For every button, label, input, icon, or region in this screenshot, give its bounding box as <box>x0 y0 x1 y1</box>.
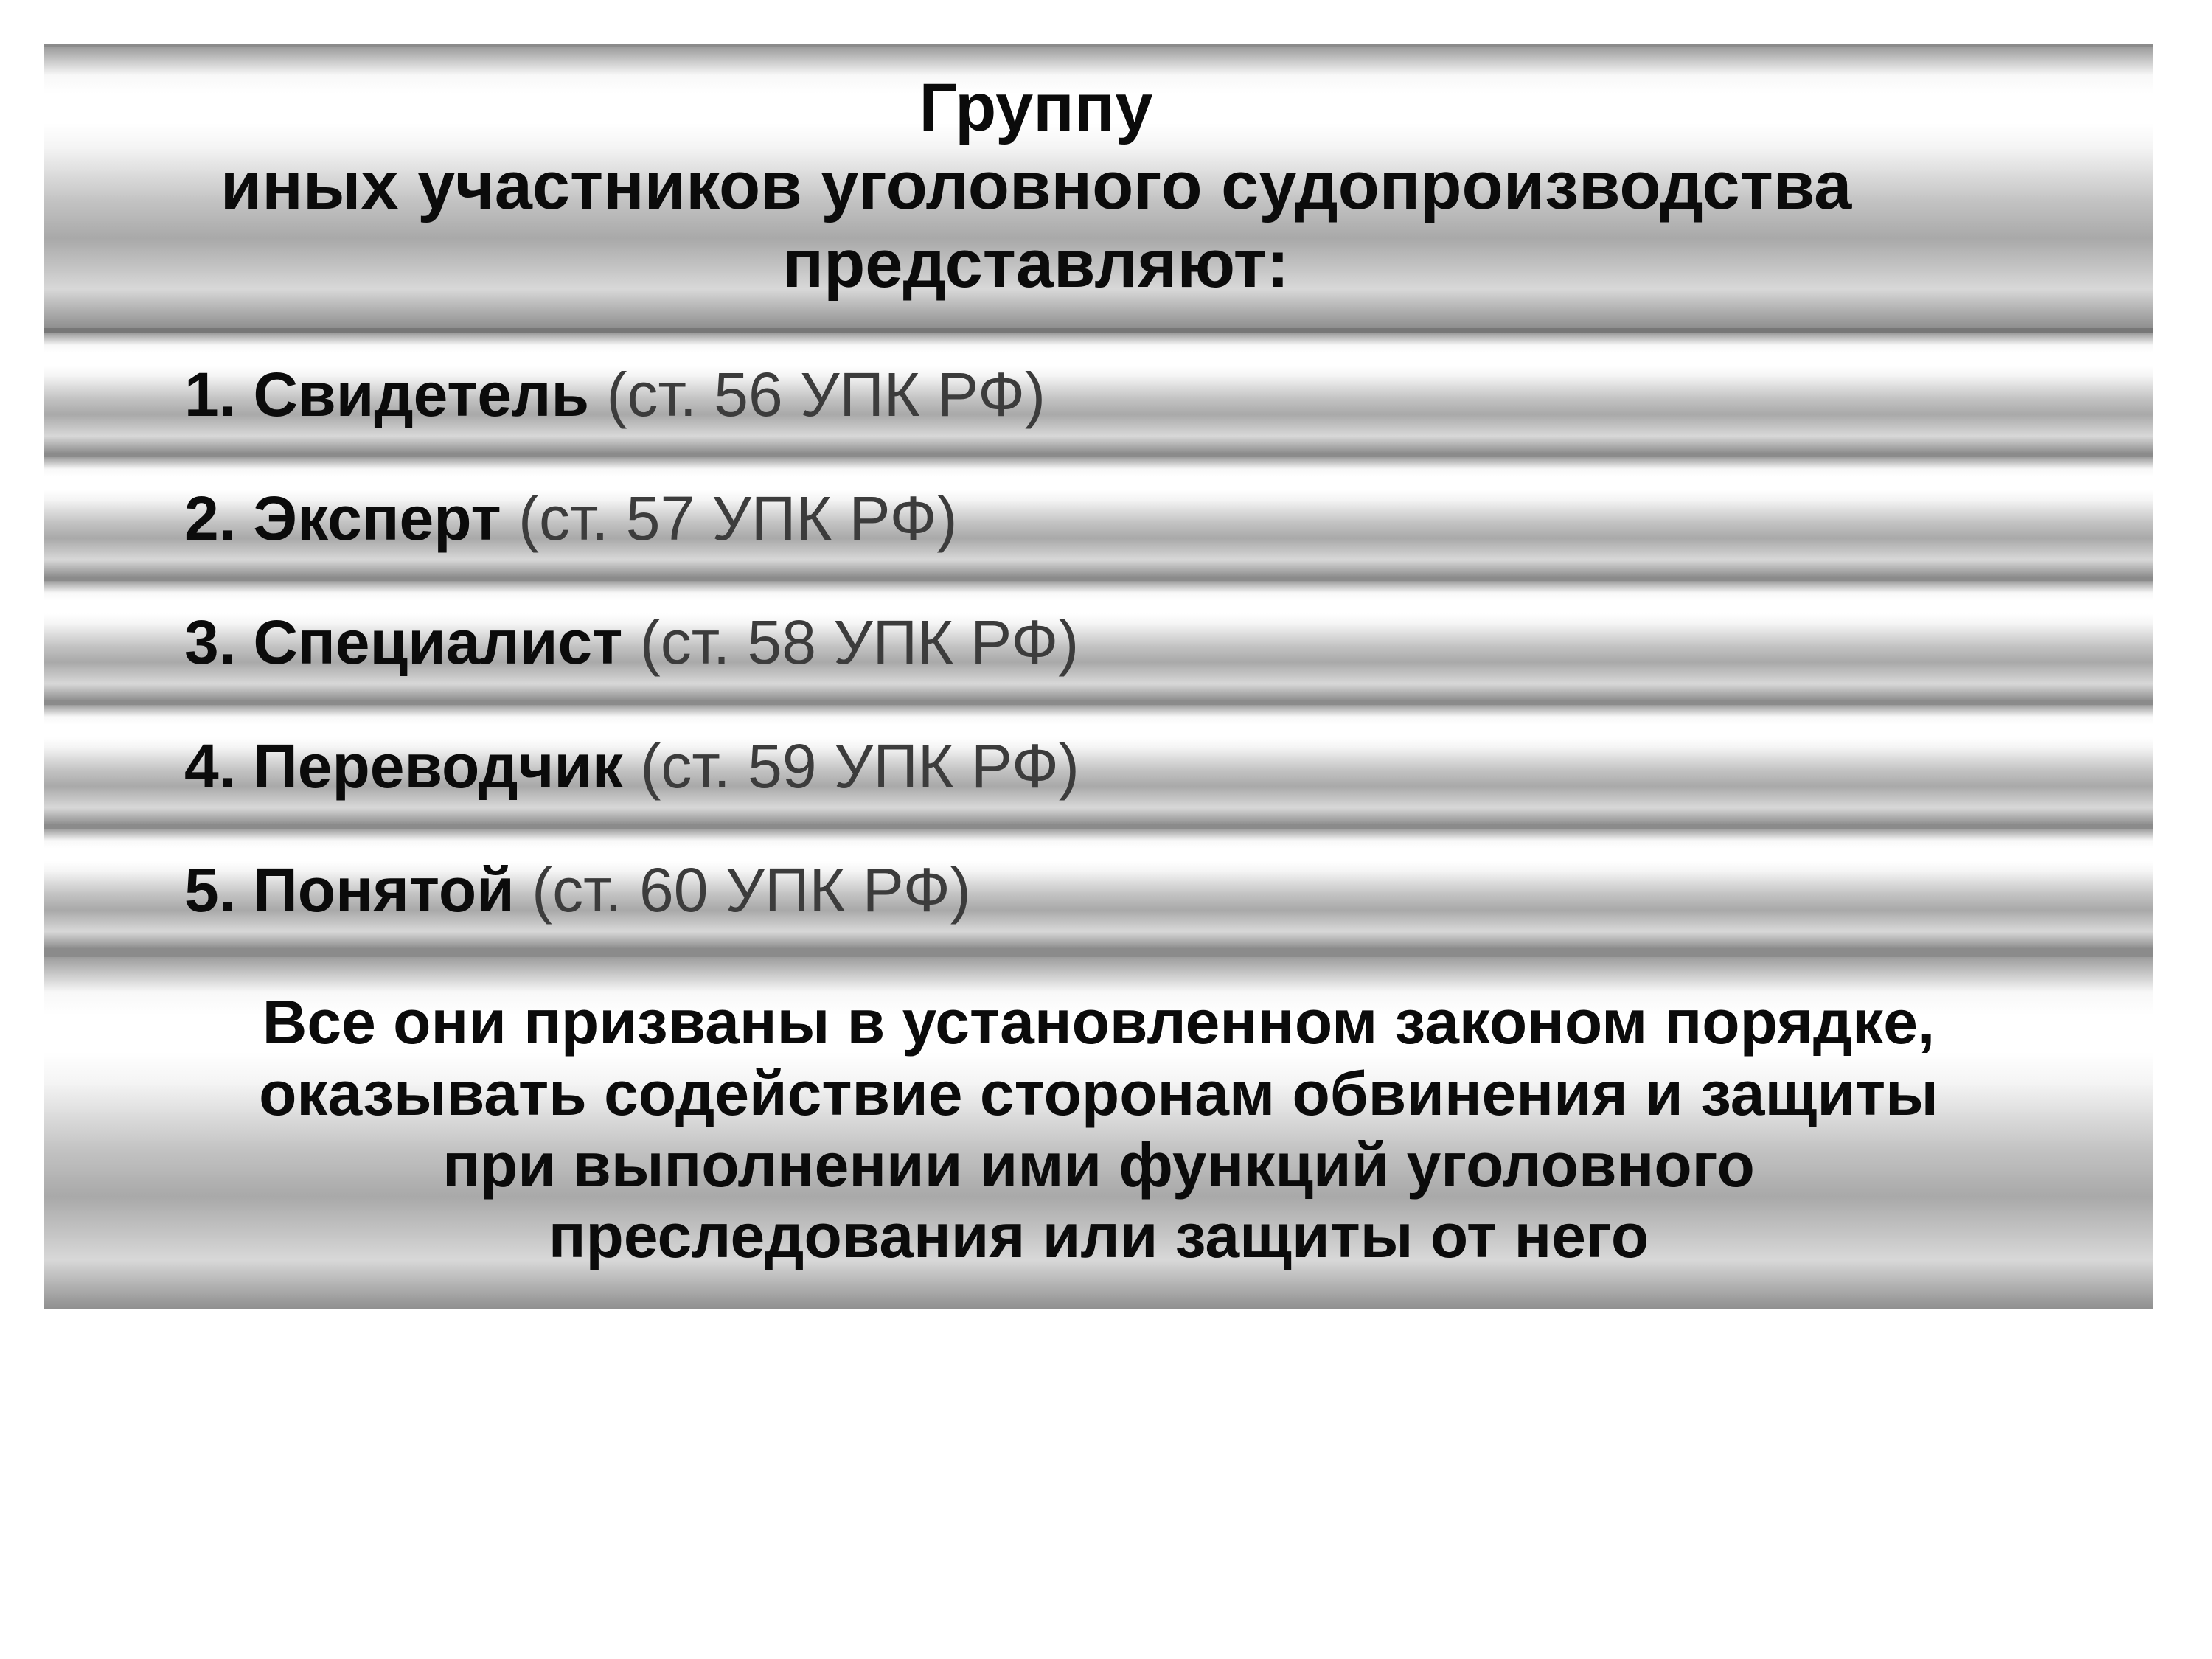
footer-line-2: оказывать содействие сторонам обвинения … <box>88 1058 2109 1130</box>
list-item: 3. Специалист (ст. 58 УПК РФ) <box>44 581 2153 705</box>
list-item: 4. Переводчик (ст. 59 УПК РФ) <box>44 705 2153 829</box>
item-name: Переводчик <box>253 731 623 801</box>
list-item: 2. Эксперт (ст. 57 УПК РФ) <box>44 457 2153 581</box>
item-number: 4. <box>184 731 236 801</box>
item-number: 5. <box>184 855 236 925</box>
item-cite: (ст. 60 УПК РФ) <box>532 855 971 925</box>
item-number: 1. <box>184 360 236 429</box>
item-name: Свидетель <box>253 360 589 429</box>
item-name: Эксперт <box>253 484 501 553</box>
item-cite: (ст. 59 УПК РФ) <box>640 731 1079 801</box>
item-name: Понятой <box>253 855 514 925</box>
slide-footer: Все они призваны в установленном законом… <box>44 953 2153 1308</box>
item-cite: (ст. 56 УПК РФ) <box>606 360 1046 429</box>
footer-line-4: преследования или защиты от него <box>88 1200 2109 1272</box>
slide-frame: Группу иных участников уголовного судопр… <box>44 44 2153 1607</box>
footer-line-1: Все они призваны в установленном законом… <box>88 987 2109 1058</box>
title-line-2: иных участников уголовного судопроизводс… <box>74 147 1998 226</box>
item-cite: (ст. 58 УПК РФ) <box>640 608 1079 677</box>
title-line-1: Группу <box>74 69 1998 147</box>
item-cite: (ст. 57 УПК РФ) <box>518 484 958 553</box>
title-line-3: представляют: <box>74 226 1998 304</box>
document-page: Группу иных участников уголовного судопр… <box>0 0 2212 1659</box>
list-item: 1. Свидетель (ст. 56 УПК РФ) <box>44 333 2153 457</box>
list-item: 5. Понятой (ст. 60 УПК РФ) <box>44 829 2153 953</box>
item-name: Специалист <box>253 608 622 677</box>
slide-title: Группу иных участников уголовного судопр… <box>44 44 2153 333</box>
item-number: 3. <box>184 608 236 677</box>
footer-line-3: при выполнении ими функций уголовного <box>88 1130 2109 1201</box>
item-number: 2. <box>184 484 236 553</box>
